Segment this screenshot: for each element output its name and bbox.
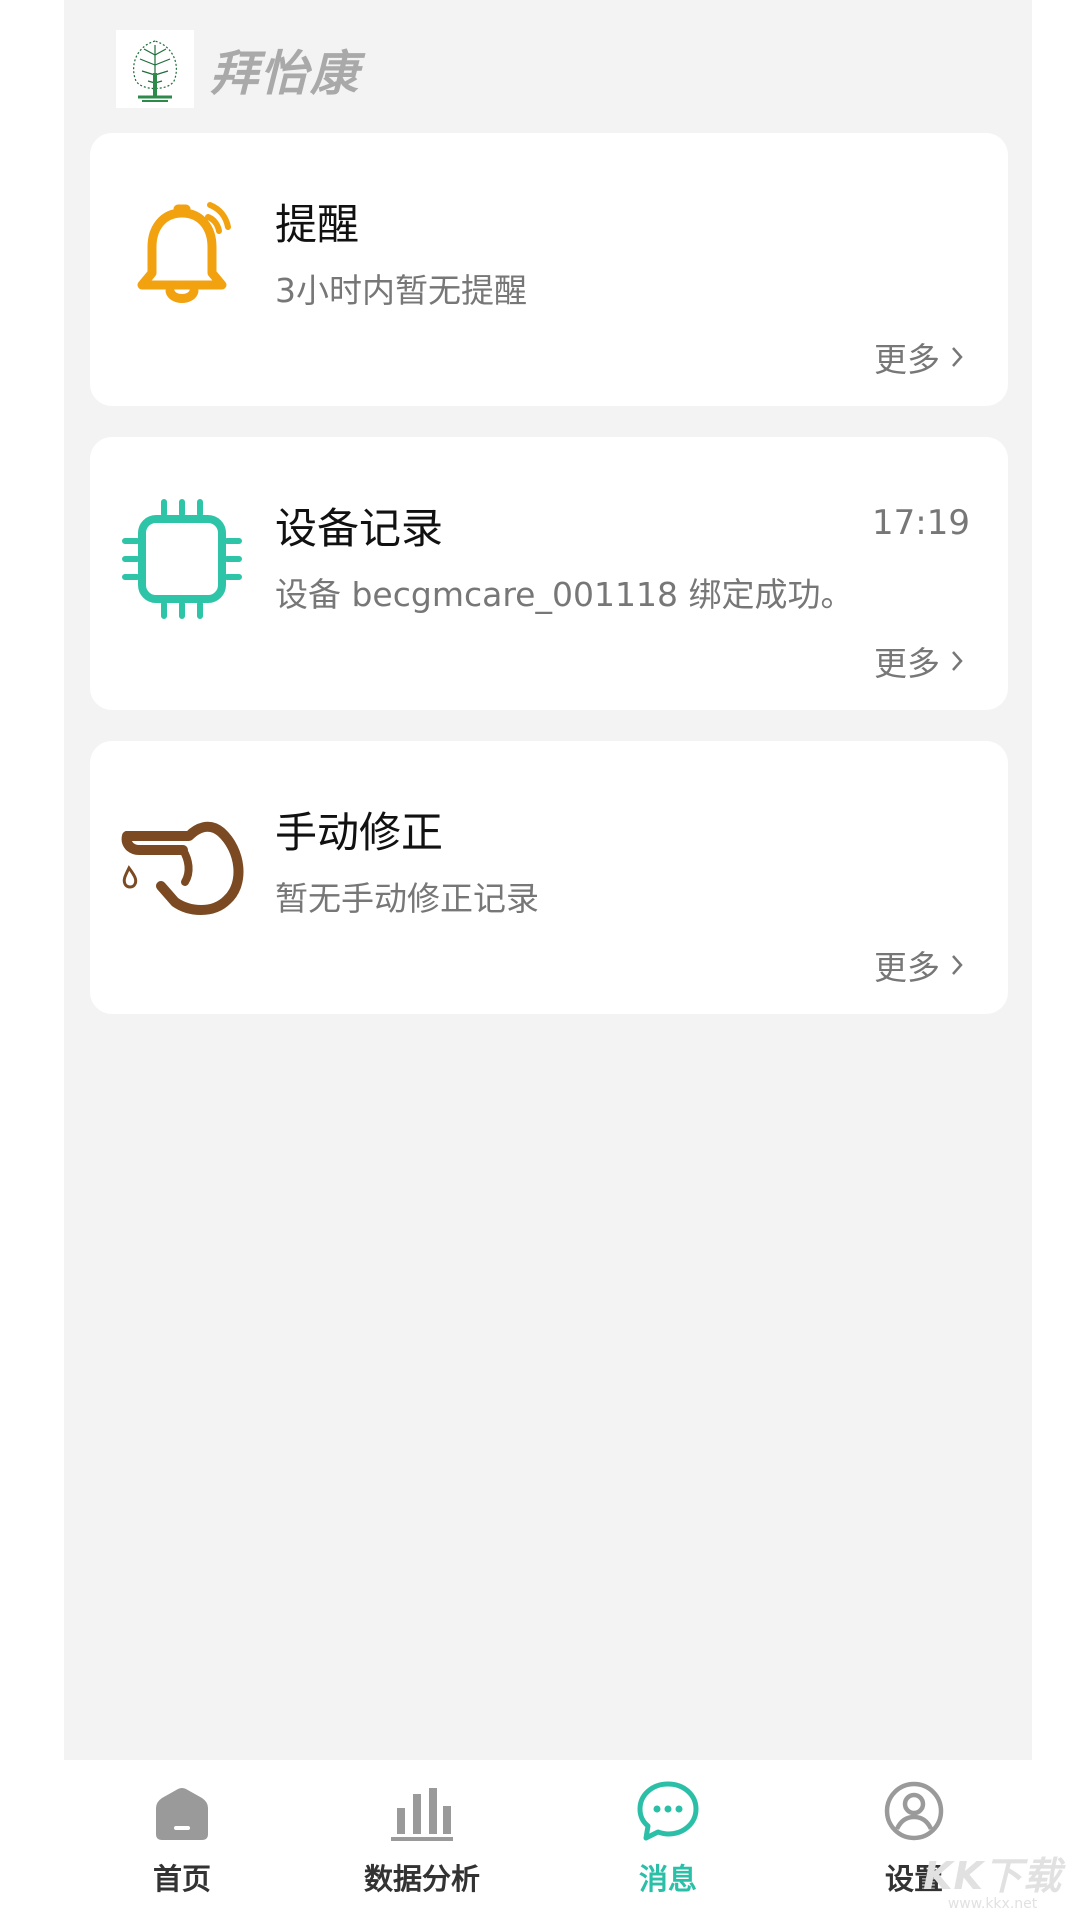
watermark-main: KK下载 bbox=[923, 1854, 1062, 1898]
bottom-tab-bar: 首页 数据分析 消息 设置 KK下载 www.kkx.net bbox=[0, 1760, 1080, 1920]
tab-home[interactable]: 首页 bbox=[82, 1778, 282, 1898]
tab-home-label: 首页 bbox=[152, 1862, 211, 1896]
brand-header: 拜怡康 bbox=[116, 30, 360, 108]
home-icon bbox=[152, 1778, 212, 1842]
manual-correction-card[interactable]: 手动修正 暂无手动修正记录 更多 bbox=[90, 741, 1008, 1014]
tree-logo-icon bbox=[116, 30, 194, 108]
user-icon bbox=[883, 1778, 945, 1842]
watermark: KK下载 www.kkx.net bbox=[923, 1845, 1062, 1912]
bell-icon bbox=[112, 185, 252, 325]
finger-drop-icon bbox=[112, 793, 252, 933]
more-label: 更多 bbox=[874, 948, 940, 987]
content-area: 拜怡康 提醒 3小时内暂无提醒 更多 设备记录 17:19 设备 becgmca… bbox=[64, 0, 1032, 1760]
device-record-subtitle: 设备 becgmcare_001118 绑定成功。 bbox=[275, 575, 854, 614]
tab-messages[interactable]: 消息 bbox=[568, 1778, 768, 1898]
chevron-right-icon bbox=[950, 953, 964, 977]
tab-data-analysis-label: 数据分析 bbox=[363, 1862, 480, 1896]
reminder-title: 提醒 bbox=[275, 200, 360, 249]
tab-data-analysis[interactable]: 数据分析 bbox=[322, 1778, 522, 1898]
chevron-right-icon bbox=[950, 649, 964, 673]
brand-name: 拜怡康 bbox=[210, 46, 361, 102]
message-icon bbox=[636, 1778, 700, 1842]
tab-messages-label: 消息 bbox=[638, 1862, 697, 1896]
reminder-subtitle: 3小时内暂无提醒 bbox=[275, 271, 527, 310]
device-record-title: 设备记录 bbox=[275, 504, 444, 553]
manual-correction-subtitle: 暂无手动修正记录 bbox=[275, 879, 539, 918]
reminder-card[interactable]: 提醒 3小时内暂无提醒 更多 bbox=[90, 133, 1008, 406]
bar-chart-icon bbox=[389, 1778, 455, 1842]
more-label: 更多 bbox=[874, 340, 940, 379]
chip-icon bbox=[112, 489, 252, 629]
device-record-time: 17:19 bbox=[872, 503, 970, 543]
reminder-more-link[interactable]: 更多 bbox=[874, 333, 964, 381]
more-label: 更多 bbox=[874, 644, 940, 683]
chevron-right-icon bbox=[950, 345, 964, 369]
device-record-card[interactable]: 设备记录 17:19 设备 becgmcare_001118 绑定成功。 更多 bbox=[90, 437, 1008, 710]
manual-correction-more-link[interactable]: 更多 bbox=[874, 941, 964, 989]
device-record-more-link[interactable]: 更多 bbox=[874, 637, 964, 685]
manual-correction-title: 手动修正 bbox=[275, 808, 444, 857]
